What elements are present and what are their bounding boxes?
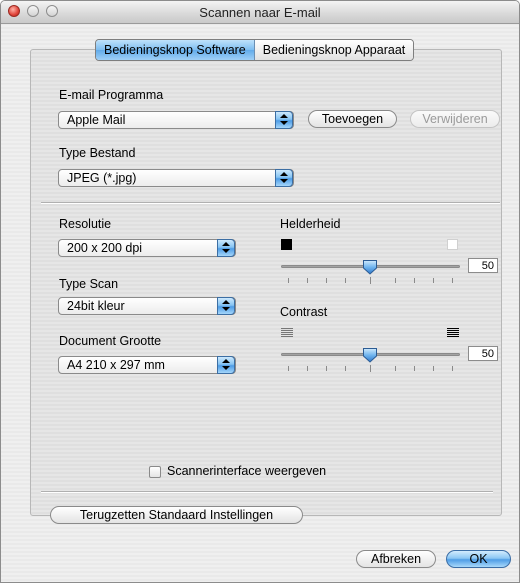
resolution-value: 200 x 200 dpi <box>67 241 143 255</box>
popup-arrows-icon <box>275 111 293 129</box>
email-program-select[interactable]: Apple Mail <box>58 111 294 129</box>
email-program-value: Apple Mail <box>67 113 126 127</box>
slider-tick <box>452 278 453 283</box>
brightness-value-field[interactable]: 50 <box>468 258 498 273</box>
email-program-label: E-mail Programma <box>59 88 164 102</box>
slider-tick <box>414 366 415 371</box>
popup-arrows-icon <box>217 239 235 257</box>
tab-software-button[interactable]: Bedieningsknop Software <box>96 40 255 60</box>
scanner-interface-checkbox[interactable] <box>149 466 161 478</box>
scan-type-label: Type Scan <box>59 277 119 291</box>
document-size-select[interactable]: A4 210 x 297 mm <box>58 356 236 374</box>
scan-type-select[interactable]: 24bit kleur <box>58 297 236 315</box>
tab-bar: Bedieningsknop Software Bedieningsknop A… <box>95 39 415 61</box>
file-type-label: Type Bestand <box>59 146 136 160</box>
slider-tick <box>288 366 289 371</box>
popup-arrows-icon <box>275 169 293 187</box>
slider-tick <box>395 366 396 371</box>
divider <box>41 202 500 204</box>
window-title: Scannen naar E-mail <box>199 5 321 20</box>
popup-arrows-icon <box>217 297 235 315</box>
cancel-button[interactable]: Afbreken <box>356 550 436 568</box>
scanner-interface-label[interactable]: Scannerinterface weergeven <box>167 464 326 478</box>
slider-tick <box>307 366 308 371</box>
divider <box>41 491 493 493</box>
resolution-select[interactable]: 200 x 200 dpi <box>58 239 236 257</box>
low-contrast-icon <box>281 328 293 339</box>
document-size-label: Document Grootte <box>59 334 162 348</box>
slider-tick <box>326 278 327 283</box>
slider-tick <box>288 278 289 283</box>
slider-tick <box>433 366 434 371</box>
title-bar[interactable]: Scannen naar E-mail <box>1 1 519 24</box>
light-swatch-icon <box>447 239 458 250</box>
document-size-value: A4 210 x 297 mm <box>67 358 165 372</box>
contrast-slider-thumb[interactable] <box>362 347 378 363</box>
file-type-select[interactable]: JPEG (*.jpg) <box>58 169 294 187</box>
add-button[interactable]: Toevoegen <box>308 110 397 128</box>
ok-button[interactable]: OK <box>446 550 511 568</box>
file-type-value: JPEG (*.jpg) <box>67 171 137 185</box>
slider-tick <box>345 366 346 371</box>
remove-button[interactable]: Verwijderen <box>410 110 500 128</box>
contrast-label: Contrast <box>280 305 328 319</box>
slider-tick <box>370 277 371 284</box>
resolution-label: Resolutie <box>59 217 112 231</box>
dark-swatch-icon <box>281 239 292 250</box>
slider-tick <box>326 366 327 371</box>
slider-tick <box>452 366 453 371</box>
scan-type-value: 24bit kleur <box>67 299 125 313</box>
slider-tick <box>307 278 308 283</box>
reset-defaults-button[interactable]: Terugzetten Standaard Instellingen <box>50 506 303 524</box>
scan-to-email-window: Scannen naar E-mail Bedieningsknop Softw… <box>0 0 520 583</box>
slider-tick <box>395 278 396 283</box>
brightness-slider-thumb[interactable] <box>362 259 378 275</box>
slider-tick <box>414 278 415 283</box>
popup-arrows-icon <box>217 356 235 374</box>
slider-tick <box>370 365 371 372</box>
contrast-value-field[interactable]: 50 <box>468 346 498 361</box>
slider-tick <box>345 278 346 283</box>
slider-tick <box>433 278 434 283</box>
tab-device-button[interactable]: Bedieningsknop Apparaat <box>254 40 414 60</box>
high-contrast-icon <box>447 328 459 339</box>
brightness-label: Helderheid <box>280 217 341 231</box>
